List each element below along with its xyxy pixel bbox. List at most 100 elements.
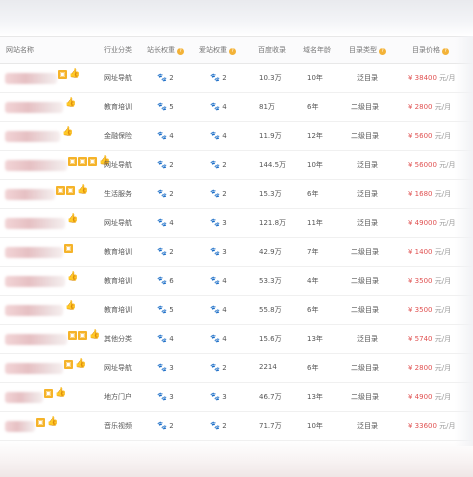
price-value: ¥ 2800 — [408, 103, 433, 111]
site-name-blurred[interactable] — [5, 392, 43, 403]
price-unit: 元/月 — [436, 161, 456, 169]
header-dirtype: 目录类型? — [349, 45, 386, 55]
thumbs-up-icon: 👍 — [75, 359, 87, 369]
site-name-blurred[interactable] — [5, 189, 55, 200]
dirtype-cell: 泛目录 — [357, 74, 378, 82]
age-cell: 6年 — [307, 103, 319, 111]
table-row[interactable]: 👍 教育培训 🐾 6 🐾 4 53.3万 4年 二级目录 ¥ 3500 元/月 — [0, 266, 473, 296]
site-name-blurred[interactable] — [5, 218, 65, 229]
site-name-blurred[interactable] — [5, 160, 67, 171]
site-name-blurred[interactable] — [5, 131, 60, 142]
weight2-value: 2 — [222, 190, 227, 198]
table-row[interactable]: 👍 教育培训 🐾 5 🐾 4 55.8万 6年 二级目录 ¥ 3500 元/月 — [0, 295, 473, 325]
age-cell: 13年 — [307, 335, 323, 343]
table-row[interactable]: 👍 网址导航 🐾 4 🐾 3 121.8万 11年 泛目录 ¥ 49000 元/月 — [0, 208, 473, 238]
age-cell: 6年 — [307, 364, 319, 372]
price-unit: 元/月 — [432, 335, 452, 343]
table-row[interactable]: ▣ 👍 音乐视频 🐾 2 🐾 2 71.7万 10年 泛目录 ¥ 33600 元/月 — [0, 411, 473, 441]
hot-badge-icon: ▣ — [66, 186, 75, 195]
header-age: 域名年龄 — [303, 46, 331, 54]
site-name-blurred[interactable] — [5, 276, 65, 287]
table-row[interactable]: ▣ ▣ 👍 其他分类 🐾 4 🐾 4 15.6万 13年 泛目录 ¥ 5740 元/月 — [0, 324, 473, 354]
weight2-cell: 🐾 4 — [210, 334, 227, 343]
paw-icon: 🐾 — [210, 218, 220, 227]
age-cell: 6年 — [307, 190, 319, 198]
site-name-blurred[interactable] — [5, 73, 57, 84]
age-cell: 11年 — [307, 219, 323, 227]
weight1-value: 5 — [169, 103, 174, 111]
site-name-blurred[interactable] — [5, 102, 63, 113]
thumbs-up-icon: 👍 — [65, 301, 77, 311]
weight2-value: 3 — [222, 248, 227, 256]
site-name-blurred[interactable] — [5, 421, 35, 432]
weight1-value: 2 — [169, 74, 174, 82]
table-row[interactable]: ▣ 👍 地方门户 🐾 3 🐾 3 46.7万 13年 二级目录 ¥ 4900 元/月 — [0, 382, 473, 412]
hot-badge-icon: ▣ — [78, 157, 87, 166]
table-row[interactable]: ▣ 教育培训 🐾 2 🐾 3 42.9万 7年 二级目录 ¥ 1400 元/月 — [0, 237, 473, 267]
baidu-cell: 81万 — [259, 103, 275, 111]
hot-badge-icon: ▣ — [88, 157, 97, 166]
weight2-cell: 🐾 2 — [210, 189, 227, 198]
table-row[interactable]: ▣ ▣ 👍 生活服务 🐾 2 🐾 2 15.3万 6年 泛目录 ¥ 1680 元/月 — [0, 179, 473, 209]
weight1-cell: 🐾 4 — [157, 218, 174, 227]
weight1-cell: 🐾 5 — [157, 102, 174, 111]
table-row[interactable]: ▣ ▣ ▣ 👍 网址导航 🐾 2 🐾 2 144.5万 10年 泛目录 ¥ 56000 元/月 — [0, 150, 473, 180]
category-cell: 网址导航 — [104, 74, 132, 82]
baidu-cell: 11.9万 — [259, 132, 282, 140]
price-unit: 元/月 — [432, 132, 452, 140]
bottom-fade — [0, 440, 473, 477]
baidu-cell: 55.8万 — [259, 306, 282, 314]
category-cell: 网址导航 — [104, 219, 132, 227]
paw-icon: 🐾 — [210, 102, 220, 111]
paw-icon: 🐾 — [210, 189, 220, 198]
category-cell: 网址导航 — [104, 364, 132, 372]
weight1-value: 5 — [169, 306, 174, 314]
table-row[interactable]: 👍 教育培训 🐾 5 🐾 4 81万 6年 二级目录 ¥ 2800 元/月 — [0, 92, 473, 122]
baidu-cell: 53.3万 — [259, 277, 282, 285]
header-weight2: 爱站权重? — [199, 45, 236, 55]
weight1-value: 4 — [169, 219, 174, 227]
price-cell: ¥ 5600 元/月 — [408, 131, 451, 141]
table-row[interactable]: 👍 金融保险 🐾 4 🐾 4 11.9万 12年 二级目录 ¥ 5600 元/月 — [0, 121, 473, 151]
baidu-cell: 71.7万 — [259, 422, 282, 430]
price-unit: 元/月 — [436, 219, 456, 227]
weight1-value: 6 — [169, 277, 174, 285]
site-name-blurred[interactable] — [5, 334, 67, 345]
weight2-cell: 🐾 4 — [210, 102, 227, 111]
header-baidu: 百度收录 — [258, 46, 286, 54]
price-value: ¥ 3500 — [408, 277, 433, 285]
age-cell: 7年 — [307, 248, 319, 256]
header-site: 网站名称 — [6, 46, 34, 54]
weight1-value: 2 — [169, 248, 174, 256]
site-name-blurred[interactable] — [5, 247, 63, 258]
help-icon[interactable]: ? — [177, 48, 184, 55]
hot-badge-icon: ▣ — [78, 331, 87, 340]
site-name-blurred[interactable] — [5, 305, 63, 316]
dirtype-cell: 二级目录 — [351, 364, 379, 372]
price-unit: 元/月 — [432, 277, 452, 285]
thumbs-up-icon: 👍 — [67, 272, 79, 282]
weight1-value: 2 — [169, 190, 174, 198]
baidu-cell: 46.7万 — [259, 393, 282, 401]
site-name-blurred[interactable] — [5, 363, 63, 374]
weight1-value: 2 — [169, 422, 174, 430]
help-icon[interactable]: ? — [379, 48, 386, 55]
weight2-value: 2 — [222, 161, 227, 169]
age-cell: 4年 — [307, 277, 319, 285]
table-row[interactable]: ▣ 👍 网址导航 🐾 3 🐾 2 2214 6年 二级目录 ¥ 2800 元/月 — [0, 353, 473, 383]
weight1-cell: 🐾 2 — [157, 73, 174, 82]
table-row[interactable]: ▣ 👍 网址导航 🐾 2 🐾 2 10.3万 10年 泛目录 ¥ 38400 元/月 — [0, 63, 473, 93]
weight2-cell: 🐾 3 — [210, 392, 227, 401]
paw-icon: 🐾 — [210, 363, 220, 372]
paw-icon: 🐾 — [157, 276, 167, 285]
help-icon[interactable]: ? — [229, 48, 236, 55]
dirtype-cell: 泛目录 — [357, 219, 378, 227]
help-icon[interactable]: ? — [442, 48, 449, 55]
hot-badge-icon: ▣ — [64, 360, 73, 369]
age-cell: 12年 — [307, 132, 323, 140]
dirtype-cell: 二级目录 — [351, 248, 379, 256]
category-cell: 网址导航 — [104, 161, 132, 169]
dirtype-cell: 泛目录 — [357, 161, 378, 169]
weight1-cell: 🐾 3 — [157, 363, 174, 372]
paw-icon: 🐾 — [157, 73, 167, 82]
